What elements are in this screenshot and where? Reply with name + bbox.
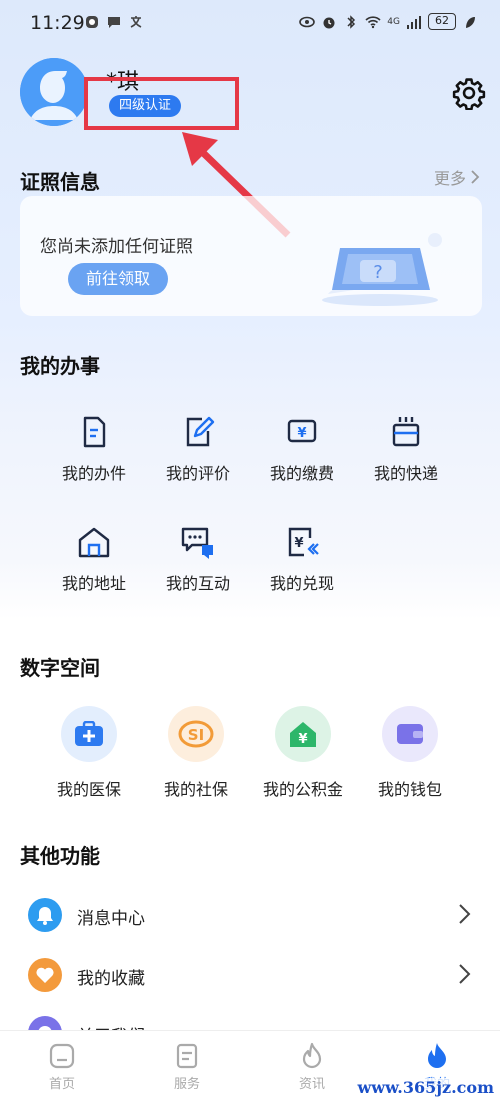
my-payments-label: 我的缴费 [269,464,334,483]
more-label: 更多 [433,169,466,188]
my-address-button[interactable]: 我的地址 [44,524,144,594]
more-link[interactable]: 更多 [434,165,480,189]
certificate-card: 您尚未添加任何证照 前往领取 ? [20,196,482,316]
my-favorites-label: 我的收藏 [77,969,145,989]
my-reviews-button[interactable]: 我的评价 [148,414,248,484]
svg-text:¥: ¥ [297,426,306,441]
signal-icon [407,15,421,29]
my-redemptions-button[interactable]: ¥ 我的兑现 [252,524,352,594]
my-social-security-label: 我的社保 [163,780,228,799]
my-cases-button[interactable]: 我的办件 [44,414,144,484]
get-certificate-button[interactable]: 前往领取 [68,263,168,295]
svg-text:SI: SI [188,726,204,744]
redeem-icon: ¥ [288,527,319,557]
my-address-label: 我的地址 [61,574,126,593]
housing-fund-icon: ¥ [290,722,316,747]
tab-service[interactable]: 服务 [147,1041,227,1092]
service-tab-icon [176,1043,198,1069]
message-center-row[interactable]: 消息中心 [20,894,480,934]
my-favorites-row[interactable]: 我的收藏 [20,954,480,994]
tab-service-label: 服务 [173,1077,200,1092]
medical-insurance-icon [75,721,103,746]
battery-indicator: 62 [428,13,456,30]
digital-space-title: 数字空间 [20,656,100,680]
other-functions-title: 其他功能 [20,844,100,868]
certificate-empty-text: 您尚未添加任何证照 [40,237,193,257]
heart-icon [36,967,54,983]
news-tab-icon [302,1042,322,1069]
alarm-icon [323,17,335,28]
social-security-icon: SI [178,720,214,748]
my-housing-fund-button[interactable]: ¥ 我的公积金 [248,706,358,800]
my-medical-insurance-button[interactable]: 我的医保 [34,706,144,800]
wifi-icon [365,15,381,28]
svg-text:¥: ¥ [294,536,303,551]
bell-icon [37,907,53,925]
my-express-label: 我的快递 [373,464,438,483]
home-icon [78,527,110,558]
my-wallet-label: 我的钱包 [377,780,442,799]
chevron-right-icon [459,964,471,984]
my-medical-insurance-label: 我的医保 [56,780,121,799]
bluetooth-icon [347,14,356,29]
translate-icon [130,16,142,28]
settings-gear-icon[interactable] [452,76,486,110]
home-tab-icon [49,1043,75,1069]
my-affairs-title: 我的办事 [20,354,100,378]
express-icon [392,417,420,447]
wallet-icon [397,724,423,744]
my-payments-button[interactable]: ¥ 我的缴费 [252,414,352,484]
network-type: 4G [387,16,400,27]
tab-home[interactable]: 首页 [22,1041,102,1092]
status-bar: 11:29 4G 62 [0,0,500,46]
my-housing-fund-label: 我的公积金 [262,780,343,799]
tab-news[interactable]: 资讯 [272,1041,352,1092]
my-cases-label: 我的办件 [61,464,126,483]
my-redemptions-label: 我的兑现 [269,574,334,593]
user-avatar-icon [20,58,88,126]
certificates-title: 证照信息 [20,170,100,194]
eye-icon [299,16,316,27]
empty-box-icon: ? [322,233,442,306]
my-social-security-button[interactable]: SI 我的社保 [141,706,251,800]
chevron-right-icon [471,170,480,184]
status-time: 11:29 [30,12,85,34]
document-icon [83,416,106,448]
svg-text:¥: ¥ [298,732,307,747]
message-icon [108,17,120,28]
tab-news-label: 资讯 [298,1077,325,1092]
message-center-label: 消息中心 [77,909,145,929]
avatar[interactable] [20,58,88,126]
tab-home-label: 首页 [48,1077,75,1092]
chat-icon [181,527,213,559]
my-wallet-button[interactable]: 我的钱包 [355,706,465,800]
leaf-icon [466,16,475,28]
my-interactions-button[interactable]: 我的互动 [148,524,248,594]
my-interactions-label: 我的互动 [165,574,230,593]
svg-text:?: ? [373,262,383,283]
my-express-button[interactable]: 我的快递 [356,414,456,484]
payment-icon: ¥ [287,419,317,443]
chevron-right-icon [459,904,471,924]
mine-tab-icon [428,1043,446,1068]
app-notification-icon [86,16,98,28]
edit-icon [186,416,215,447]
my-reviews-label: 我的评价 [165,464,230,483]
watermark: www.365jz.com [357,1078,494,1097]
